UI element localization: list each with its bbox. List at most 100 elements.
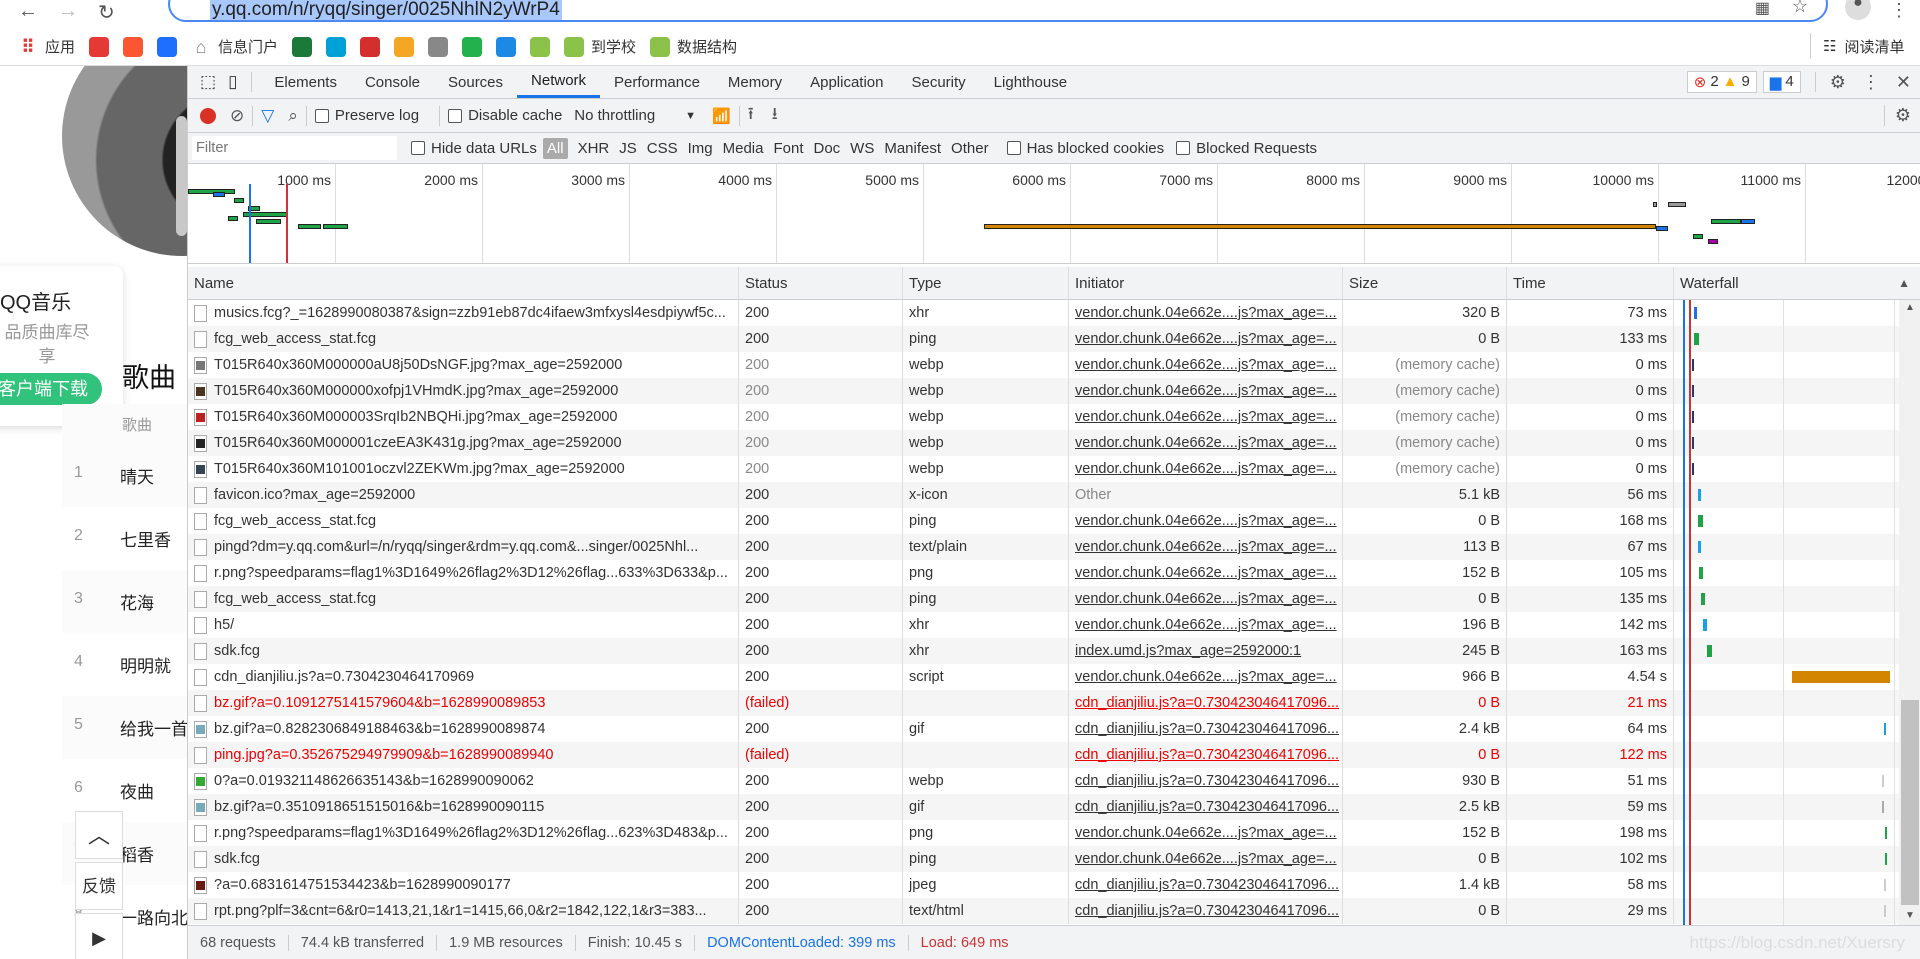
profile-avatar[interactable]: ● (1845, 0, 1871, 20)
song-row[interactable]: 5给我一首歌 (62, 696, 187, 759)
request-row[interactable]: T015R640x360M000001czeEA3K431g.jpg?max_a… (188, 430, 1899, 456)
qr-icon[interactable]: ▦ (1755, 0, 1770, 18)
url-text[interactable]: y.qq.com/n/ryqq/singer/0025NhlN2yWrP4 (210, 0, 562, 20)
tab-performance[interactable]: Performance (600, 66, 714, 98)
network-settings-icon[interactable]: ⚙ (1883, 105, 1911, 126)
initiator-link[interactable]: vendor.chunk.04e662e....js?max_age=... (1069, 664, 1343, 690)
request-row[interactable]: fcg_web_access_stat.fcg 200 ping vendor.chu… (188, 586, 1899, 612)
request-name-cell[interactable]: fcg_web_access_stat.fcg (188, 326, 739, 352)
initiator-link[interactable]: vendor.chunk.04e662e....js?max_age=... (1069, 352, 1343, 378)
initiator-link[interactable]: vendor.chunk.04e662e....js?max_age=... (1069, 534, 1343, 560)
request-name-cell[interactable]: 0?a=0.019321148626635143&b=1628990090062 (188, 768, 739, 794)
initiator-link[interactable]: vendor.chunk.04e662e....js?max_age=... (1069, 456, 1343, 482)
request-row[interactable]: fcg_web_access_stat.fcg 200 ping vendor.chu… (188, 326, 1899, 352)
record-icon[interactable] (200, 107, 216, 124)
request-row[interactable]: r.png?speedparams=flag1%3D1649%26flag2%3… (188, 820, 1899, 846)
column-header-status[interactable]: Status (739, 267, 903, 299)
column-header-waterfall[interactable]: Waterfall ▲ (1674, 267, 1920, 299)
disable-cache-checkbox[interactable]: Disable cache (448, 107, 562, 124)
request-name-cell[interactable]: ?a=0.6831614751534423&b=1628990090177 (188, 872, 739, 898)
request-name-cell[interactable]: bz.gif?a=0.1091275141579604&b=1628990089… (188, 690, 739, 716)
initiator-link[interactable]: cdn_dianjiliu.js?a=0.730423046417096... (1069, 768, 1343, 794)
table-scrollbar[interactable]: ▲ ▼ (1899, 300, 1920, 925)
request-name-cell[interactable]: T015R640x360M000001czeEA3K431g.jpg?max_a… (188, 430, 739, 456)
reload-icon[interactable]: ↻ (98, 0, 115, 25)
column-header-initiator[interactable]: Initiator (1069, 267, 1343, 299)
page-scrollbar[interactable] (176, 116, 187, 236)
blocked-requests-checkbox[interactable]: Blocked Requests (1176, 140, 1317, 157)
hide-data-urls-checkbox[interactable]: Hide data URLs (411, 140, 537, 157)
request-row[interactable]: pingd?dm=y.qq.com&url=/n/ryqq/singer&rdm… (188, 534, 1899, 560)
request-row[interactable]: ?a=0.6831614751534423&b=1628990090177 200… (188, 872, 1899, 898)
initiator-link[interactable]: vendor.chunk.04e662e....js?max_age=... (1069, 300, 1343, 326)
client-download-button[interactable]: 客户端下载 (0, 373, 102, 405)
play-video-icon[interactable]: ▶ (75, 913, 123, 959)
initiator-link[interactable]: cdn_dianjiliu.js?a=0.730423046417096... (1069, 716, 1343, 742)
request-name-cell[interactable]: fcg_web_access_stat.fcg (188, 508, 739, 534)
network-conditions-icon[interactable]: 📶 (712, 107, 731, 125)
filter-type-js[interactable]: JS (619, 140, 637, 157)
request-row[interactable]: favicon.ico?max_age=2592000 200 x-icon Othe… (188, 482, 1899, 508)
inspect-element-icon[interactable]: ⬚ (200, 72, 216, 92)
request-name-cell[interactable]: ping.jpg?a=0.352675294979909&b=162899008… (188, 742, 739, 768)
tab-lighthouse[interactable]: Lighthouse (980, 66, 1081, 98)
request-row[interactable]: sdk.fcg 200 ping vendor.chunk.04e662e....js… (188, 846, 1899, 872)
request-name-cell[interactable]: sdk.fcg (188, 638, 739, 664)
bookmark-item[interactable] (89, 36, 110, 57)
initiator-link[interactable]: vendor.chunk.04e662e....js?max_age=... (1069, 508, 1343, 534)
request-row[interactable]: bz.gif?a=0.1091275141579604&b=1628990089… (188, 690, 1899, 716)
bookmark-item[interactable]: ⠿ 应用 (18, 36, 75, 57)
filter-type-xhr[interactable]: XHR (578, 140, 610, 157)
initiator-link[interactable]: vendor.chunk.04e662e....js?max_age=... (1069, 612, 1343, 638)
request-row[interactable]: cdn_dianjiliu.js?a=0.7304230464170969 200… (188, 664, 1899, 690)
song-row[interactable]: 1 晴天 (62, 444, 187, 507)
preserve-log-checkbox[interactable]: Preserve log (314, 107, 419, 124)
filter-type-other[interactable]: Other (951, 140, 989, 157)
request-name-cell[interactable]: T015R640x360M000003SrqIb2NBQHi.jpg?max_a… (188, 404, 739, 430)
back-to-top-button[interactable]: ︿ (75, 811, 123, 859)
close-devtools-icon[interactable]: ✕ (1896, 72, 1911, 93)
bookmark-item[interactable] (394, 36, 415, 57)
bookmark-item[interactable] (123, 36, 144, 57)
bookmark-item[interactable] (496, 36, 517, 57)
filter-type-css[interactable]: CSS (647, 140, 678, 157)
request-name-cell[interactable]: T015R640x360M101001oczvl2ZEKWm.jpg?max_a… (188, 456, 739, 482)
request-row[interactable]: T015R640x360M000000aU8j50DsNGF.jpg?max_a… (188, 352, 1899, 378)
tab-network[interactable]: Network (517, 66, 601, 98)
tab-console[interactable]: Console (351, 66, 434, 98)
request-row[interactable]: rpt.png?plf=3&cnt=6&r0=1413,21,1&r1=1415… (188, 898, 1899, 924)
request-row[interactable]: bz.gif?a=0.3510918651515016&b=1628990090… (188, 794, 1899, 820)
messages-counter[interactable]: ▆ 4 (1762, 71, 1801, 93)
bookmark-item[interactable]: 到学校 (564, 36, 636, 57)
request-name-cell[interactable]: h5/ (188, 612, 739, 638)
filter-input[interactable] (192, 136, 397, 160)
request-name-cell[interactable]: fcg_web_access_stat.fcg (188, 586, 739, 612)
initiator-link[interactable]: vendor.chunk.04e662e....js?max_age=... (1069, 586, 1343, 612)
forward-icon[interactable]: → (58, 0, 78, 23)
column-header-time[interactable]: Time (1507, 267, 1674, 299)
request-row[interactable]: h5/200 xhr vendor.chunk.04e662e....js?max_… (188, 612, 1899, 638)
request-name-cell[interactable]: favicon.ico?max_age=2592000 (188, 482, 739, 508)
request-row[interactable]: ping.jpg?a=0.352675294979909&b=162899008… (188, 742, 1899, 768)
request-row[interactable]: T015R640x360M101001oczvl2ZEKWm.jpg?max_a… (188, 456, 1899, 482)
request-name-cell[interactable]: T015R640x360M000000aU8j50DsNGF.jpg?max_a… (188, 352, 739, 378)
initiator-link[interactable]: vendor.chunk.04e662e....js?max_age=... (1069, 326, 1343, 352)
tab-memory[interactable]: Memory (714, 66, 796, 98)
filter-type-all[interactable]: All (542, 137, 568, 159)
tab-security[interactable]: Security (897, 66, 979, 98)
initiator-link[interactable]: cdn_dianjiliu.js?a=0.730423046417096... (1069, 742, 1343, 768)
clear-icon[interactable]: ⊘ (230, 106, 244, 126)
import-har-icon[interactable]: ⭱ (748, 101, 754, 130)
filter-type-manifest[interactable]: Manifest (884, 140, 941, 157)
request-name-cell[interactable]: bz.gif?a=0.8282306849188463&b=1628990089… (188, 716, 739, 742)
filter-type-font[interactable]: Font (773, 140, 803, 157)
initiator-link[interactable]: cdn_dianjiliu.js?a=0.730423046417096... (1069, 794, 1343, 820)
bookmark-item[interactable] (530, 36, 551, 57)
request-row[interactable]: r.png?speedparams=flag1%3D1649%26flag2%3… (188, 560, 1899, 586)
bookmark-item[interactable]: ⌂ 信息门户 (191, 36, 278, 57)
bookmark-item[interactable] (292, 36, 313, 57)
filter-type-media[interactable]: Media (723, 140, 764, 157)
request-row[interactable]: T015R640x360M000003SrqIb2NBQHi.jpg?max_a… (188, 404, 1899, 430)
request-name-cell[interactable]: bz.gif?a=0.3510918651515016&b=1628990090… (188, 794, 739, 820)
initiator-link[interactable]: vendor.chunk.04e662e....js?max_age=... (1069, 560, 1343, 586)
